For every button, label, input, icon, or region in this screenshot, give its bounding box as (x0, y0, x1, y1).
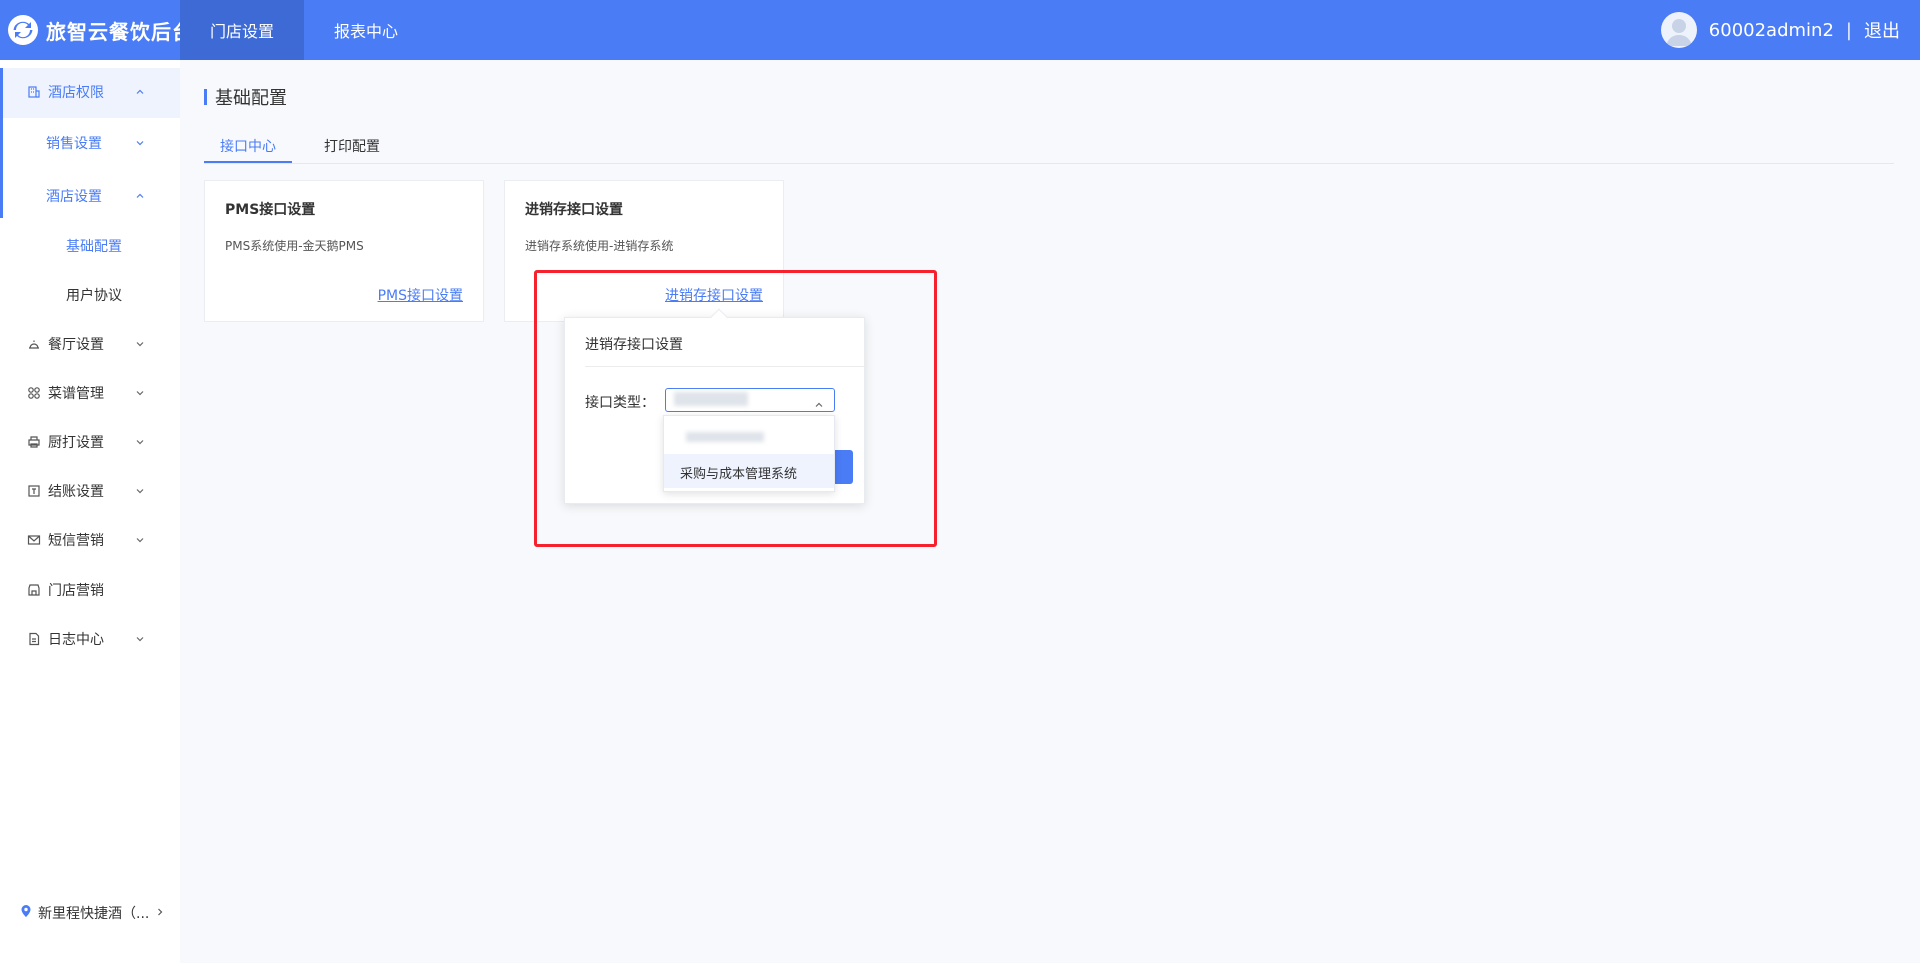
sidebar-item-restaurant-settings[interactable]: 餐厅设置 (0, 324, 180, 364)
printer-icon (26, 434, 42, 450)
sidebar-item-label: 厨打设置 (48, 435, 104, 451)
top-header: 旅智云餐饮后台 门店设置 报表中心 60002admin2 | 退出 (0, 0, 1920, 60)
sidebar-item-user-agreement[interactable]: 用户协议 (0, 275, 180, 315)
sidebar-item-label: 基础配置 (66, 239, 122, 255)
sidebar-item-hotel-permission[interactable]: 酒店权限 (0, 72, 180, 112)
popover-divider (585, 366, 866, 367)
chevron-up-icon (134, 190, 146, 202)
chevron-down-icon (134, 387, 146, 399)
sidebar-item-label: 酒店设置 (46, 189, 102, 205)
chevron-down-icon (134, 485, 146, 497)
chevron-up-icon (814, 395, 824, 407)
nav-store-settings[interactable]: 门店设置 (180, 0, 305, 60)
chevron-down-icon (134, 338, 146, 350)
dropdown-option-redacted[interactable] (664, 420, 834, 454)
sidebar-item-label: 销售设置 (46, 136, 102, 152)
bell-icon (26, 336, 42, 352)
active-tab-underline (204, 161, 292, 163)
card-title: 进销存接口设置 (525, 202, 623, 218)
chevron-right-icon (155, 905, 165, 921)
sidebar-item-sms-marketing[interactable]: 短信营销 (0, 520, 180, 560)
chevron-down-icon (134, 137, 146, 149)
sidebar-item-kitchen-print[interactable]: 厨打设置 (0, 422, 180, 462)
store-icon (26, 582, 42, 598)
interface-type-select[interactable] (665, 388, 835, 412)
redacted-option-text (686, 432, 764, 442)
page-title-text: 基础配置 (215, 88, 287, 109)
sidebar-item-label: 酒店权限 (48, 85, 104, 101)
grid-icon (26, 385, 42, 401)
interface-type-label: 接口类型： (585, 395, 655, 411)
building-icon (26, 84, 42, 100)
option-label: 采购与成本管理系统 (680, 467, 798, 482)
logout-button[interactable]: 退出 (1864, 17, 1900, 43)
chevron-up-icon (134, 86, 146, 98)
title-accent-bar (204, 89, 207, 105)
sidebar: 酒店权限 销售设置 酒店设置 基础配置 用户协议 餐厅设置 菜谱管理 厨打设置 … (0, 60, 180, 963)
tab-interface-center[interactable]: 接口中心 (220, 136, 276, 156)
sidebar-item-log-center[interactable]: 日志中心 (0, 619, 180, 659)
sidebar-item-label: 日志中心 (48, 632, 104, 648)
sidebar-item-store-marketing[interactable]: 门店营销 (0, 570, 180, 610)
pms-interface-card: PMS接口设置 PMS系统使用-金天鹅PMS PMS接口设置 (204, 180, 484, 322)
inventory-interface-card: 进销存接口设置 进销存系统使用-进销存系统 进销存接口设置 (504, 180, 784, 322)
chevron-down-icon (134, 534, 146, 546)
nav-report-center[interactable]: 报表中心 (304, 0, 428, 60)
sidebar-item-label: 餐厅设置 (48, 337, 104, 353)
dropdown-option-procurement-cost[interactable]: 采购与成本管理系统 (664, 454, 834, 488)
sidebar-item-label: 门店营销 (48, 583, 104, 599)
avatar[interactable] (1660, 12, 1697, 48)
separator: | (1845, 19, 1852, 41)
app-logo[interactable]: 旅智云餐饮后台 (8, 0, 193, 60)
app-name: 旅智云餐饮后台 (46, 19, 193, 44)
user-area: 60002admin2 | 退出 (1660, 0, 1900, 60)
sidebar-item-label: 菜谱管理 (48, 386, 104, 402)
checkout-icon (26, 483, 42, 499)
sidebar-item-sales-settings[interactable]: 销售设置 (0, 123, 180, 163)
popover-title: 进销存接口设置 (585, 337, 683, 353)
inventory-settings-link[interactable]: 进销存接口设置 (665, 285, 763, 305)
card-description: PMS系统使用-金天鹅PMS (225, 239, 364, 253)
top-nav: 门店设置 报表中心 (180, 0, 428, 60)
page-title: 基础配置 (204, 84, 287, 110)
sidebar-item-label: 短信营销 (48, 533, 104, 549)
mail-icon (26, 532, 42, 548)
sidebar-item-label: 结账设置 (48, 484, 104, 500)
main-content: 基础配置 接口中心 打印配置 PMS接口设置 PMS系统使用-金天鹅PMS PM… (180, 60, 1920, 963)
sidebar-item-menu-management[interactable]: 菜谱管理 (0, 373, 180, 413)
username: 60002admin2 (1708, 19, 1834, 41)
sidebar-item-checkout-settings[interactable]: 结账设置 (0, 471, 180, 511)
chevron-down-icon (134, 633, 146, 645)
tab-bar: 接口中心 打印配置 (204, 130, 1894, 164)
chevron-down-icon (134, 436, 146, 448)
tab-print-config[interactable]: 打印配置 (324, 136, 380, 156)
card-description: 进销存系统使用-进销存系统 (525, 239, 674, 253)
location-pin-icon (20, 904, 32, 922)
pms-settings-link[interactable]: PMS接口设置 (378, 285, 463, 305)
sidebar-item-basic-config[interactable]: 基础配置 (0, 226, 180, 266)
interface-type-dropdown: 采购与成本管理系统 (663, 415, 835, 492)
document-icon (26, 631, 42, 647)
card-title: PMS接口设置 (225, 202, 316, 218)
location-label: 新里程快捷酒（... (38, 906, 150, 922)
sidebar-item-hotel-settings[interactable]: 酒店设置 (0, 176, 180, 216)
store-location-switcher[interactable]: 新里程快捷酒（... (20, 903, 165, 923)
logo-icon (8, 15, 38, 45)
sidebar-item-label: 用户协议 (66, 288, 122, 304)
selected-value-redacted (674, 392, 748, 406)
